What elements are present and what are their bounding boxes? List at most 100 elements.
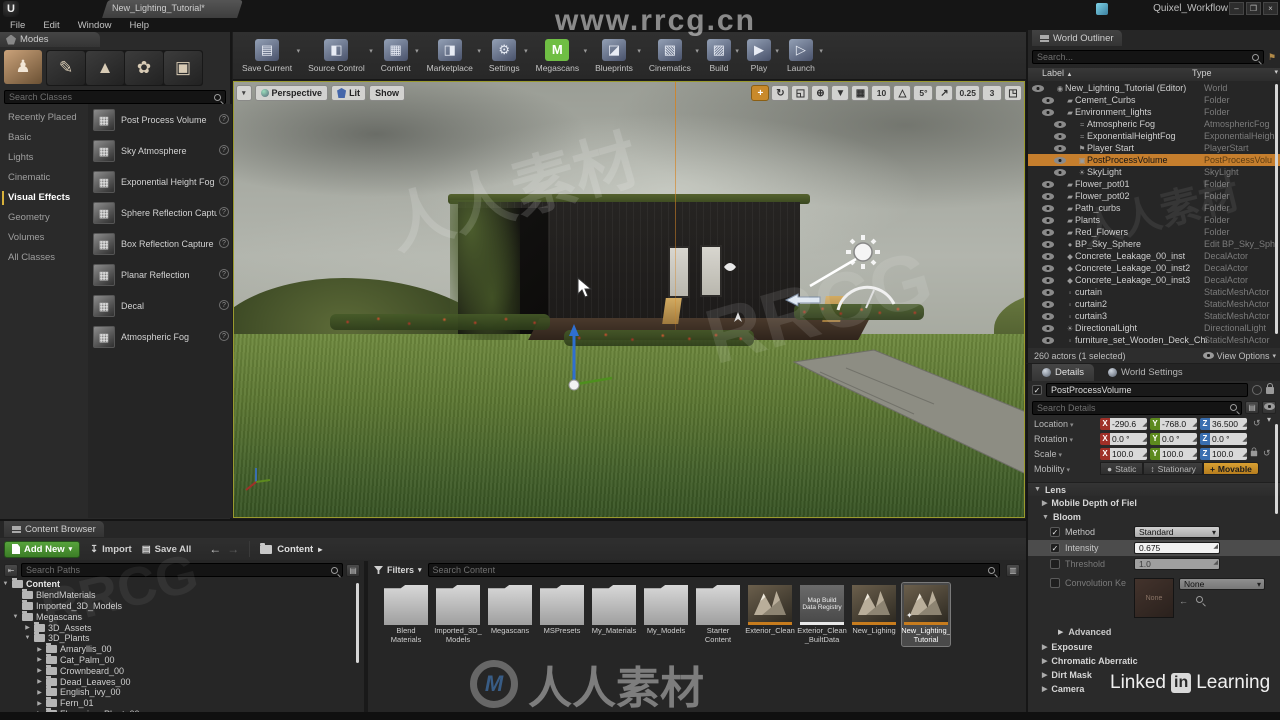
- asset-tile[interactable]: Megascans: [486, 583, 534, 646]
- dropdown-caret-icon[interactable]: ▾: [695, 47, 699, 55]
- place-actor-item[interactable]: ▦ Box Reflection Capture ?: [88, 228, 232, 259]
- tree-folder-label[interactable]: English_ivy_00: [60, 687, 121, 697]
- toolbar-button[interactable]: M Megascans ▾: [533, 37, 587, 75]
- toolbar-button[interactable]: ▨ Build ▾: [704, 37, 739, 75]
- expander-icon[interactable]: [36, 678, 43, 685]
- toolbar-button[interactable]: ◪ Blueprints ▾: [592, 37, 641, 75]
- visibility-eye-icon[interactable]: [1042, 228, 1054, 236]
- visibility-eye-icon[interactable]: [1042, 216, 1054, 224]
- menu-item[interactable]: File: [8, 20, 27, 31]
- tree-folder-label[interactable]: Megascans: [36, 612, 82, 622]
- rotation-label[interactable]: Rotation: [1034, 434, 1100, 444]
- help-badge-icon[interactable]: ?: [219, 331, 229, 341]
- actor-label[interactable]: Plants: [1075, 215, 1100, 225]
- help-badge-icon[interactable]: ?: [219, 145, 229, 155]
- filters-button[interactable]: Filters ▾: [374, 565, 422, 575]
- outliner-row[interactable]: ▫ furniture_set_Wooden_Deck_Chair Static…: [1028, 334, 1280, 346]
- asset-tile[interactable]: Exterior_Clean: [745, 583, 795, 646]
- viewport-scene[interactable]: 人人素材 RRCG: [234, 82, 1024, 517]
- tree-row[interactable]: 3D_Assets: [0, 621, 364, 633]
- outliner-row[interactable]: ▣ PostProcessVolume PostProcessVolu: [1028, 154, 1280, 166]
- tree-row[interactable]: Fern_01: [0, 697, 364, 709]
- import-button[interactable]: ↧ Import: [90, 544, 132, 555]
- outliner-row[interactable]: ▰ Flower_pot01 Folder: [1028, 178, 1280, 190]
- toolbar-button[interactable]: ⚙ Settings ▾: [486, 37, 528, 75]
- tab-details[interactable]: Details: [1032, 364, 1095, 381]
- scale-lock-icon[interactable]: [1250, 447, 1258, 457]
- asset-tile[interactable]: MSPresets: [538, 583, 586, 646]
- actor-label[interactable]: Environment_lights: [1075, 107, 1152, 117]
- outliner-row[interactable]: ◆ Concrete_Leakage_00_inst3 DecalActor: [1028, 274, 1280, 286]
- search-classes-input[interactable]: Search Classes: [4, 90, 226, 104]
- outliner-row[interactable]: ● BP_Sky_Sphere Edit BP_Sky_Sph: [1028, 238, 1280, 250]
- scale-label[interactable]: Scale: [1034, 449, 1100, 459]
- actor-label[interactable]: Path_curbs: [1075, 203, 1121, 213]
- content-browser-tab[interactable]: Content Browser: [4, 521, 104, 537]
- reset-location-icon[interactable]: ↺: [1253, 418, 1261, 429]
- sources-view-button[interactable]: ▤: [346, 563, 360, 577]
- asset-tile[interactable]: Imported_3D_ Models: [434, 583, 482, 646]
- section-lens[interactable]: ▼ Lens: [1028, 482, 1280, 496]
- save-all-button[interactable]: ▤ Save All: [142, 544, 192, 555]
- rotation-snap-button[interactable]: △: [893, 85, 912, 101]
- expander-icon[interactable]: [36, 689, 43, 696]
- intensity-field[interactable]: 0.675: [1134, 542, 1220, 554]
- tree-row[interactable]: 3D_Plants: [0, 632, 364, 644]
- asset-tile[interactable]: New_Lighing: [850, 583, 898, 646]
- outliner-row[interactable]: ◆ Concrete_Leakage_00_inst DecalActor: [1028, 250, 1280, 262]
- maximize-viewport-button[interactable]: ◳: [1004, 85, 1022, 101]
- actor-label[interactable]: Concrete_Leakage_00_inst: [1075, 251, 1185, 261]
- surface-snap-button[interactable]: ▼: [831, 85, 850, 101]
- outliner-view-options-button[interactable]: View Options ▾: [1202, 351, 1276, 361]
- visibility-eye-icon[interactable]: [1042, 264, 1054, 272]
- toolbar-button[interactable]: ◨ Marketplace ▾: [424, 37, 481, 75]
- actor-label[interactable]: DirectionalLight: [1075, 323, 1137, 333]
- actor-label[interactable]: Red_Flowers: [1075, 227, 1128, 237]
- actor-label[interactable]: curtain3: [1075, 311, 1107, 321]
- actor-label[interactable]: Concrete_Leakage_00_inst2: [1075, 263, 1190, 273]
- rotation-z[interactable]: Z 0.0 °: [1200, 432, 1247, 445]
- intensity-checkbox[interactable]: ✓: [1050, 543, 1060, 553]
- actor-label[interactable]: Atmospheric Fog: [1087, 119, 1155, 129]
- tree-row[interactable]: English_ivy_00: [0, 686, 364, 698]
- help-badge-icon[interactable]: ?: [219, 300, 229, 310]
- actor-label[interactable]: ExponentialHeightFog: [1087, 131, 1176, 141]
- display-filter-button[interactable]: ▾: [1262, 401, 1276, 424]
- outliner-row[interactable]: ▰ Flower_pot02 Folder: [1028, 190, 1280, 202]
- actor-label[interactable]: Cement_Curbs: [1075, 95, 1136, 105]
- place-mode-button[interactable]: ♟: [4, 50, 42, 84]
- asset-tile[interactable]: Starter Content: [694, 583, 742, 646]
- menu-item[interactable]: Help: [127, 20, 151, 31]
- dropdown-caret-icon[interactable]: ▾: [584, 47, 588, 55]
- visibility-eye-icon[interactable]: [1042, 288, 1054, 296]
- save-search-button[interactable]: ▥: [1006, 563, 1020, 577]
- paint-mode-button[interactable]: ✎: [47, 51, 85, 85]
- section-chromatic-aberration[interactable]: ▶ Chromatic Aberratic: [1028, 654, 1280, 668]
- geometry-mode-button[interactable]: ▣: [164, 51, 202, 85]
- expander-icon[interactable]: [2, 581, 9, 587]
- asset-tile[interactable]: Blend Materials: [382, 583, 430, 646]
- convolution-dropdown[interactable]: None: [1179, 578, 1265, 590]
- outliner-row[interactable]: ◉ New_Lighting_Tutorial (Editor) World: [1028, 82, 1280, 94]
- section-mobile-dof[interactable]: ▶ Mobile Depth of Fiel: [1028, 496, 1280, 510]
- actor-label[interactable]: curtain: [1075, 287, 1102, 297]
- tree-folder-label[interactable]: Crownbeard_00: [60, 666, 124, 676]
- outliner-row[interactable]: ▫ curtain StaticMeshActor: [1028, 286, 1280, 298]
- menu-item[interactable]: Edit: [41, 20, 61, 31]
- visibility-eye-icon[interactable]: [1042, 252, 1054, 260]
- tree-folder-label[interactable]: Imported_3D_Models: [36, 601, 122, 611]
- move-tool-button[interactable]: +: [751, 85, 770, 101]
- outliner-row[interactable]: ≈ ExponentialHeightFog ExponentialHeigh: [1028, 130, 1280, 142]
- rotation-y[interactable]: Y 0.0 °: [1150, 432, 1197, 445]
- tree-row[interactable]: Megascans: [0, 610, 364, 622]
- camera-speed-value[interactable]: 3: [982, 85, 1002, 101]
- lit-mode-button[interactable]: Lit: [331, 85, 367, 101]
- dropdown-caret-icon[interactable]: ▾: [735, 47, 739, 55]
- visibility-eye-icon[interactable]: [1042, 240, 1054, 248]
- visibility-eye-icon[interactable]: [1042, 192, 1054, 200]
- convolution-thumbnail[interactable]: None: [1134, 578, 1174, 618]
- expander-icon[interactable]: [36, 667, 43, 674]
- location-z[interactable]: Z 36.500: [1200, 417, 1247, 430]
- scale-z[interactable]: Z 100.0: [1200, 447, 1247, 460]
- outliner-row[interactable]: ▰ Environment_lights Folder: [1028, 106, 1280, 118]
